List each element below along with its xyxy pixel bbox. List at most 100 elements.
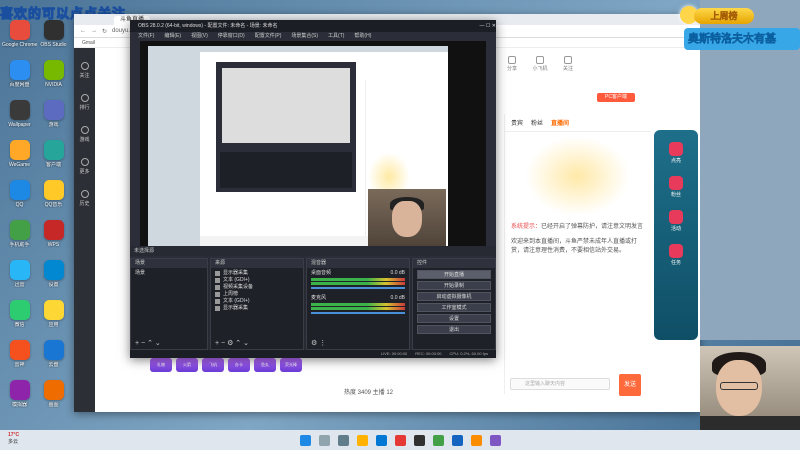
tab-fans[interactable]: 粉丝 [531, 118, 543, 127]
desktop-icon[interactable]: QQ音乐 [36, 180, 71, 220]
volume-slider[interactable] [311, 287, 405, 289]
search-icon[interactable] [318, 434, 330, 446]
source-item[interactable]: 文本 (GDI+) [215, 298, 299, 305]
desktop-icon[interactable]: 游戏 [36, 100, 71, 140]
desktop-icon[interactable]: Wallpaper [2, 100, 37, 140]
settings-button[interactable]: 设置 [417, 314, 491, 323]
window-controls[interactable]: — ☐ ✕ [480, 20, 496, 32]
chrome-icon[interactable] [394, 434, 406, 446]
weather-widget[interactable]: 17°C 多云 [8, 432, 19, 446]
gift-item[interactable]: 飞机 [202, 358, 224, 372]
obs-statusbar: LIVE: 00:00:00 REC: 00:00:00 CPU: 0.2%, … [130, 350, 496, 358]
sources-dock-tools[interactable]: + − ⚙ ⌃ ⌄ [215, 339, 249, 347]
chat-message-prefix: 系统提示： [511, 224, 542, 230]
desktop-icon[interactable]: Google Chrome [2, 20, 37, 60]
preview-webcam [368, 189, 446, 254]
virtual-camera-button[interactable]: 启动虚拟摄像机 [417, 292, 491, 301]
desktop-icon[interactable]: 画图 [36, 380, 71, 420]
scenes-dock-tools[interactable]: + − ⌃ ⌄ [135, 339, 161, 347]
pc-client-button[interactable]: PC客户端 [597, 93, 635, 102]
menu-tools[interactable]: 工具(T) [328, 32, 344, 40]
rail-item[interactable]: 点亮 [654, 142, 698, 164]
menu-help[interactable]: 帮助(H) [354, 32, 371, 40]
studio-mode-button[interactable]: 工作室模式 [417, 303, 491, 312]
source-item[interactable]: 显示器采集 [215, 270, 299, 277]
chat-input[interactable]: 这里输入聊天内容 [510, 378, 610, 390]
desktop-icon[interactable]: 迅雷 [2, 260, 37, 300]
desktop-icon-label: 设置 [48, 282, 59, 288]
tab-room[interactable]: 直播间 [551, 118, 569, 127]
sidebar-item[interactable]: 游戏 [75, 126, 95, 143]
gift-item[interactable]: 办卡 [228, 358, 250, 372]
file-explorer-icon[interactable] [356, 434, 368, 446]
desktop-icon[interactable]: 模拟器 [2, 380, 37, 420]
desktop-icon[interactable]: QQ [2, 180, 37, 220]
desktop-icon[interactable]: 应用 [36, 300, 71, 340]
windows-start-icon[interactable] [299, 434, 311, 446]
desktop-icon-label: NVIDIA [45, 82, 62, 88]
menu-view[interactable]: 视图(V) [191, 32, 208, 40]
bookmark-gmail[interactable]: Gmail [82, 40, 95, 46]
tab-vip[interactable]: 贵宾 [511, 118, 523, 127]
app-icon[interactable] [489, 434, 501, 446]
desktop-icon[interactable]: 微信 [2, 300, 37, 340]
desktop-icon[interactable]: 手机助手 [2, 220, 37, 260]
desktop-icon[interactable]: NVIDIA [36, 60, 71, 100]
source-item[interactable]: 视频采集设备 [215, 284, 299, 291]
gift-item[interactable]: 荧光棒 [280, 358, 302, 372]
send-button[interactable]: 发送 [619, 374, 641, 396]
desktop-icon-label: OBS Studio [40, 42, 67, 48]
desktop-icon-label: 迅雷 [14, 282, 25, 288]
gift-item[interactable]: 礼物 [150, 358, 172, 372]
activity-rail: 点亮 粉丝 活动 任务 [654, 130, 698, 340]
chat-panel: 贵宾 粉丝 直播间 系统提示：已经开启了弹幕防护，请注意文明发言 欢迎来到本直播… [504, 114, 650, 394]
edge-icon[interactable] [375, 434, 387, 446]
plane-button[interactable]: 小飞机 [532, 56, 548, 72]
rail-item[interactable]: 粉丝 [654, 176, 698, 198]
preview-nested-canvas [222, 68, 350, 143]
reload-icon[interactable]: ↻ [102, 28, 107, 35]
mixer-dock-tools[interactable]: ⚙ ⋮ [311, 339, 326, 347]
sidebar-item[interactable]: 历史 [75, 190, 95, 207]
gift-item[interactable]: 火箭 [176, 358, 198, 372]
follow-button[interactable]: 关注 [560, 56, 576, 72]
exit-button[interactable]: 退出 [417, 325, 491, 334]
desktop-icon[interactable]: 云盘 [36, 340, 71, 380]
rail-item[interactable]: 任务 [654, 244, 698, 266]
gift-item[interactable]: 鱼丸 [254, 358, 276, 372]
source-item[interactable]: 上周榜 [215, 291, 299, 298]
menu-file[interactable]: 文件(F) [138, 32, 154, 40]
desktop-icon[interactable]: 客户端 [36, 140, 71, 180]
menu-edit[interactable]: 编辑(E) [164, 32, 181, 40]
app-icon[interactable] [470, 434, 482, 446]
wechat-icon[interactable] [432, 434, 444, 446]
desktop-icon[interactable]: WPS [36, 220, 71, 260]
scene-item[interactable]: 场景 [135, 270, 203, 277]
desktop-icon[interactable]: 设置 [36, 260, 71, 300]
sidebar-item[interactable]: 排行 [75, 94, 95, 111]
share-button[interactable]: 分享 [504, 56, 520, 72]
desktop-icon[interactable]: 雷神 [2, 340, 37, 380]
start-streaming-button[interactable]: 开始直播 [417, 270, 491, 279]
menu-docks[interactable]: 停靠窗口(D) [218, 32, 245, 40]
app-icon[interactable] [451, 434, 463, 446]
obs-icon[interactable] [413, 434, 425, 446]
plane-icon [536, 56, 544, 64]
source-item[interactable]: 文本 (GDI+) [215, 277, 299, 284]
desktop-icon[interactable]: OBS Studio [36, 20, 71, 60]
rail-item[interactable]: 活动 [654, 210, 698, 232]
desktop-icon[interactable]: WeGame [2, 140, 37, 180]
menu-scene-collection[interactable]: 场景集合(S) [291, 32, 318, 40]
sidebar-item[interactable]: 更多 [75, 158, 95, 175]
fans-icon [669, 176, 683, 190]
menu-profile[interactable]: 配置文件(P) [255, 32, 282, 40]
obs-preview[interactable] [140, 41, 486, 256]
forward-icon[interactable]: → [91, 28, 97, 34]
desktop-icon[interactable]: 百度网盘 [2, 60, 37, 100]
volume-slider[interactable] [311, 312, 405, 314]
sidebar-item[interactable]: 关注 [75, 62, 95, 79]
task-view-icon[interactable] [337, 434, 349, 446]
back-icon[interactable]: ← [80, 28, 86, 34]
start-recording-button[interactable]: 开始录制 [417, 281, 491, 290]
source-item[interactable]: 显示器采集 [215, 305, 299, 312]
